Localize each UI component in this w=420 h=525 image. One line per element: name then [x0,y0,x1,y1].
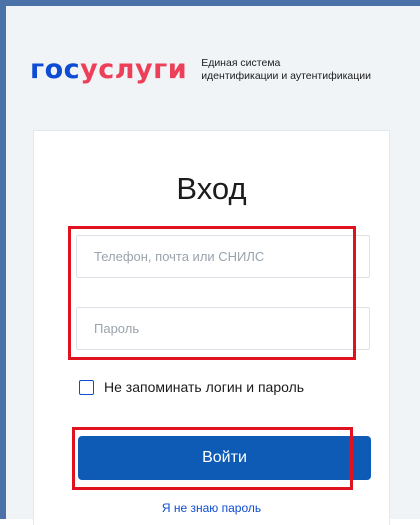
forgot-password-link[interactable]: Я не знаю пароль [34,501,389,515]
remember-checkbox-label: Не запоминать логин и пароль [104,379,305,395]
tagline-line-2: идентификации и аутентификации [201,69,371,82]
logo-part-gos: гос [30,54,81,85]
remember-checkbox[interactable] [79,379,94,395]
esia-tagline: Единая система идентификации и аутентифи… [201,57,371,83]
logo-part-uslugi: услуги [80,54,188,85]
header: госуслуги Единая система идентификации и… [30,56,371,83]
login-card: Вход Не запоминать логин и пароль Войти … [33,130,390,525]
tagline-line-1: Единая система [201,56,281,69]
login-title: Вход [176,171,247,206]
remember-checkbox-row[interactable]: Не запоминать логин и пароль [79,379,304,395]
login-button[interactable]: Войти [78,436,371,480]
browser-frame: госуслуги Единая система идентификации и… [0,0,420,525]
password-input[interactable] [76,307,370,350]
username-input[interactable] [76,235,370,278]
gosuslugi-logo[interactable]: госуслуги [30,56,187,83]
